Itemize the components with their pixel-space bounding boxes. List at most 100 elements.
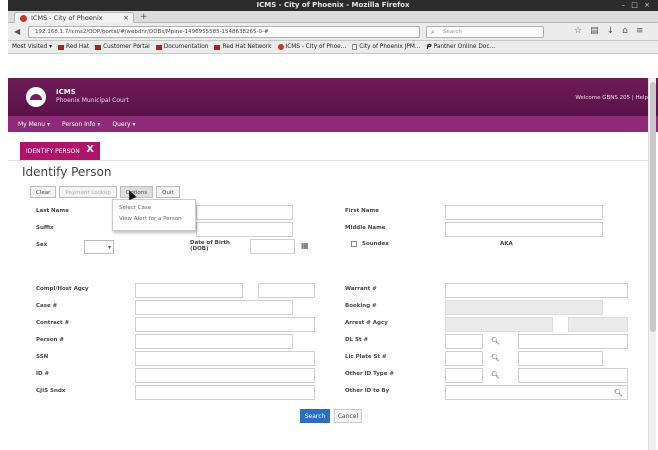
page-scrollbar[interactable] [648,78,656,450]
redhat-icon [58,44,65,50]
menu-query[interactable]: Query ▾ [112,121,135,128]
close-icon[interactable]: X [86,144,94,155]
id-input[interactable] [135,368,315,383]
ssn-label: SSN [36,354,49,360]
ssn-input[interactable] [135,351,315,366]
bookmark-item[interactable]: Documentation [155,44,208,50]
arrest-input [445,317,553,332]
other-id-number-input[interactable] [518,368,628,383]
search-placeholder: Search [443,29,462,35]
app-name: ICMS [56,88,76,96]
tab-close-icon[interactable]: × [123,14,129,22]
dl-lookup-icon[interactable]: 🔍︎ [491,337,500,345]
soundex-checkbox[interactable] [351,241,357,247]
compl-agency-code-input[interactable] [258,283,315,298]
tab-strip: ICMS - City of Phoenix × + [8,11,658,23]
lic-plate-state-input[interactable] [445,351,483,366]
menu-my-menu[interactable]: My Menu ▾ [18,121,50,128]
dl-number-input[interactable] [518,334,628,349]
compl-agency-label: Compl/Host Agcy [36,286,89,292]
new-tab-button[interactable]: + [140,12,148,22]
view-alert-option[interactable]: View Alert for a Person [119,214,189,225]
other-id-by-lookup-icon[interactable]: 🔍︎ [614,389,623,397]
dl-state-input[interactable] [445,334,483,349]
other-id-label: Other ID Type # [345,371,394,377]
first-name-label: First Name [345,208,379,214]
sex-select[interactable] [84,240,114,254]
lic-plate-lookup-icon[interactable]: 🔍︎ [491,354,500,362]
app-header: ICMS Phoenix Municipal Court Welcome GBN… [8,78,658,116]
suffix-input[interactable] [196,222,293,237]
middle-name-input[interactable] [445,222,603,237]
search-button[interactable]: Search [300,409,330,423]
id-label: ID # [36,371,50,377]
search-icon: ⌕ [431,28,435,36]
toolbar-icons: ☆ ▤ ↓ ⌂ ≡ [574,26,643,36]
last-name-label: Last Name [36,208,69,214]
window-controls[interactable]: – □ × [622,1,652,9]
clear-button[interactable]: Clear [30,186,57,198]
bookmark-item[interactable]: Most Visited ▾ [12,44,52,50]
bookmark-item[interactable]: Red Hat Network [214,44,272,50]
dob-input[interactable] [250,239,295,254]
cjis-input[interactable] [135,385,315,400]
lic-plate-number-input[interactable] [518,351,603,366]
other-id-lookup-icon[interactable]: 🔍︎ [491,371,500,379]
bookmark-item[interactable]: Red Hat [58,44,89,50]
menu-icon[interactable]: ≡ [636,26,644,36]
welcome-text[interactable]: Welcome GBNS 205 | Help [575,95,648,101]
arrest-agency-input [568,317,628,332]
tab-identify-person[interactable]: IDENTIFY PERSON X [20,142,100,160]
cancel-button[interactable]: Cancel [334,409,362,423]
aka-label: AKA [500,241,513,247]
bookmark-item[interactable]: City of Phoenix JPM... [352,44,420,50]
app-subtitle: Phoenix Municipal Court [56,97,129,104]
downloads-icon[interactable]: ↓ [607,26,615,36]
bookmark-item[interactable]: ICMS - City of Phoe... [277,44,346,50]
bookmark-star-icon[interactable]: ☆ [574,26,582,36]
booking-input [445,300,603,315]
browser-tab[interactable]: ICMS - City of Phoenix × [14,12,134,23]
last-name-input[interactable] [196,205,293,220]
page-tab-label: IDENTIFY PERSON [26,147,80,155]
compl-agency-input[interactable] [135,283,243,298]
search-bar[interactable]: ⌕ Search [426,26,544,38]
other-id-by-input[interactable] [445,385,628,400]
bookmarks-bar: Most Visited ▾ Red Hat Customer Portal D… [8,41,658,54]
booking-label: Booking # [345,303,377,309]
citation-input[interactable] [135,317,315,332]
options-dropdown: Select Case View Alert for a Person [112,199,196,231]
main-menu: My Menu ▾ Person Info ▾ Query ▾ [8,116,658,132]
person-input[interactable] [135,334,293,349]
other-id-by-label: Other ID to By [345,388,390,394]
other-id-type-input[interactable] [445,368,483,383]
case-label: Case # [36,303,58,309]
quit-button[interactable]: Quit [156,186,180,198]
case-input[interactable] [135,300,293,315]
back-icon[interactable]: ◀ [14,27,20,36]
url-bar[interactable]: 192.168.1.7/icms2/OOP/portal/#/webdnr/DD… [28,26,420,38]
warrant-label: Warrant # [345,286,377,292]
soundex-label: Soundex [362,241,389,247]
calendar-icon[interactable]: ▦ [301,241,309,250]
middle-name-label: Middle Name [345,225,386,231]
person-label: Person # [36,337,64,343]
page-title: Identify Person [22,165,112,179]
nav-bar: ◀ 192.168.1.7/icms2/OOP/portal/#/webdnr/… [8,23,658,41]
warrant-input[interactable] [445,283,628,298]
payment-lookup-button[interactable]: Payment Lookup [59,186,117,198]
first-name-input[interactable] [445,205,603,220]
window-title: ICMS - City of Phoenix - Mozilla Firefox [256,1,410,9]
panther-icon: P [426,43,432,51]
reading-list-icon[interactable]: ▤ [590,26,599,36]
cjis-label: CJIS Sndx [36,388,66,394]
suffix-label: Suffix [36,225,54,231]
home-icon[interactable]: ⌂ [622,26,628,36]
menu-person-info[interactable]: Person Info ▾ [62,121,100,128]
scrollbar-thumb[interactable] [650,82,656,332]
phoenix-logo-icon [26,87,46,107]
bookmark-item[interactable]: P Panther Online Doc... [426,43,495,51]
arrest-label: Arrest # Agcy [345,320,388,326]
select-case-option[interactable]: Select Case [119,203,189,214]
bookmark-item[interactable]: Customer Portal [95,44,150,50]
